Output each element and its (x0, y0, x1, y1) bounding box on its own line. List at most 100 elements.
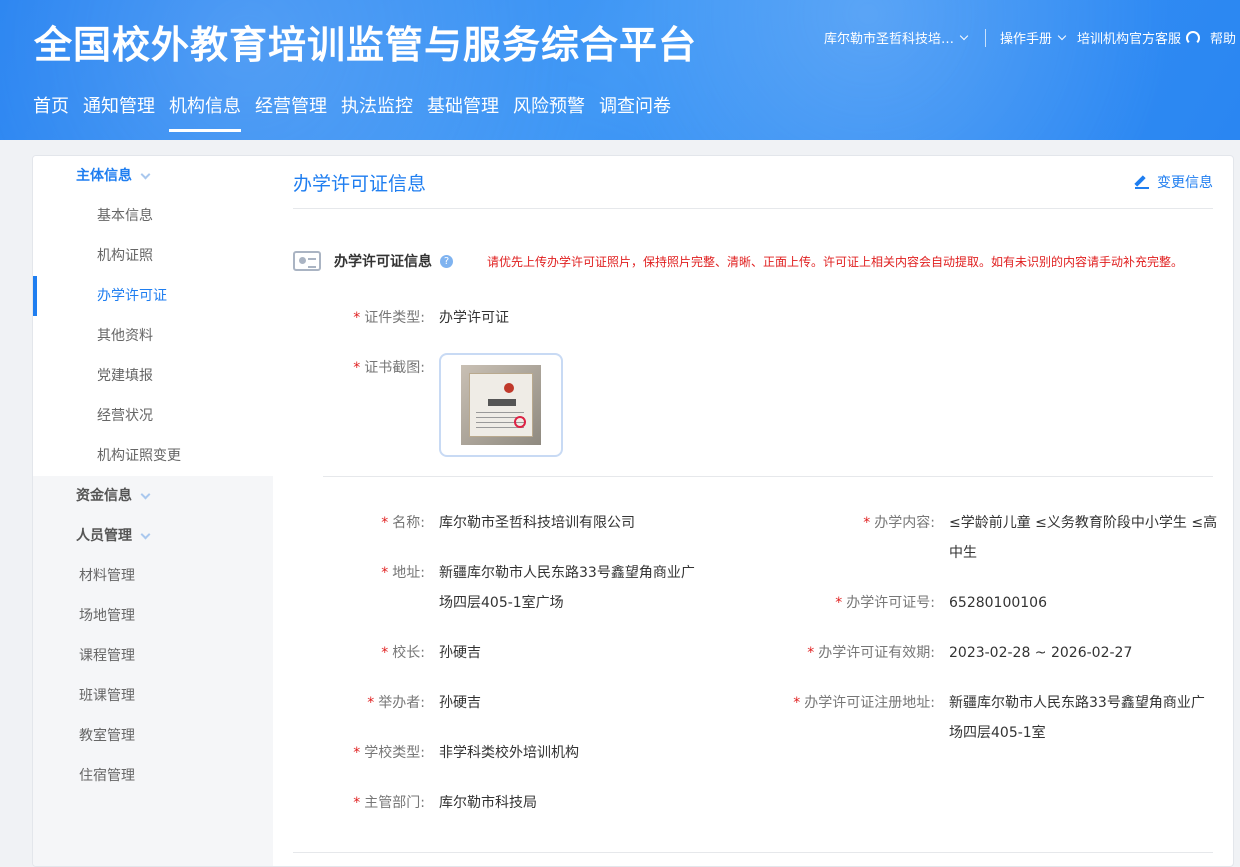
nav-notices[interactable]: 通知管理 (83, 92, 155, 132)
field-label: * 地址: (381, 565, 425, 581)
chevron-down-icon (140, 529, 151, 539)
sidebar-item-courses[interactable]: 课程管理 (33, 636, 273, 676)
sidebar-group-funds[interactable]: 资金信息 (33, 476, 273, 516)
change-info-label: 变更信息 (1157, 175, 1213, 191)
top-header: 全国校外教育培训监管与服务综合平台 库尔勒市圣哲科技培… 操作手册 培训机构官方… (0, 0, 1240, 140)
bottom-divider (293, 852, 1213, 853)
field-value: 孙硬吉 (439, 695, 481, 711)
chevron-down-icon (1057, 31, 1067, 41)
sidebar-item-business-status[interactable]: 经营状况 (33, 396, 273, 436)
sidebar-group-label: 人员管理 (76, 528, 132, 544)
reg-address-line-2: 场四层405-1室 (949, 725, 1046, 741)
sidebar-item-basic-info[interactable]: 基本信息 (33, 196, 273, 236)
field-label: * 办学许可证号: (835, 595, 935, 611)
manual-label: 操作手册 (999, 32, 1052, 47)
sidebar-group-label: 资金信息 (76, 488, 132, 504)
headset-icon (1185, 30, 1200, 45)
field-department: * 主管部门: 库尔勒市科技局 (293, 788, 537, 818)
sidebar-item-dorms[interactable]: 住宿管理 (33, 756, 273, 796)
help-label: 帮助 (1209, 32, 1236, 47)
sidebar-item-license-change[interactable]: 机构证照变更 (33, 436, 273, 476)
field-sponsor: * 举办者: 孙硬吉 (293, 688, 481, 718)
field-value: 新疆库尔勒市人民东路33号鑫望角商业广 场四层405-1室 (935, 688, 1205, 748)
edit-icon (1135, 175, 1149, 189)
field-license-validity: * 办学许可证有效期: 2023-02-28 ~ 2026-02-27 (763, 638, 1132, 668)
chevron-down-icon (140, 169, 151, 179)
sidebar-group-staff[interactable]: 人员管理 (33, 516, 273, 556)
manual-dropdown[interactable]: 操作手册 (1000, 28, 1069, 47)
emblem-icon (504, 383, 514, 393)
upload-notice: 请优先上传办学许可证照片，保持照片完整、清晰、正面上传。许可证上相关内容会自动提… (487, 254, 1184, 269)
nav-basic-management[interactable]: 基础管理 (427, 92, 499, 132)
content-line-2: 中生 (949, 545, 977, 561)
certificate-heading-mark (488, 399, 516, 406)
sidebar-group-main[interactable]: 主体信息 (33, 156, 273, 196)
change-info-button[interactable]: 变更信息 (1135, 172, 1213, 192)
field-label: * 学校类型: (353, 745, 425, 761)
chevron-down-icon (959, 31, 969, 41)
field-address: * 地址: 新疆库尔勒市人民东路33号鑫望角商业广 场四层405-1室广场 (293, 558, 695, 618)
org-selector[interactable]: 库尔勒市圣哲科技培… (824, 28, 971, 47)
field-label: * 举办者: (367, 695, 425, 711)
question-icon[interactable]: ? (440, 254, 453, 268)
help-link[interactable]: 帮助 (1210, 28, 1236, 47)
sidebar-item-org-license[interactable]: 机构证照 (33, 236, 273, 276)
certificate-thumbnail[interactable] (439, 353, 563, 457)
nav-risk-warning[interactable]: 风险预警 (513, 92, 585, 132)
app-title: 全国校外教育培训监管与服务综合平台 (34, 23, 698, 67)
field-cert-type: * 证件类型: 办学许可证 (293, 303, 509, 333)
field-cert-image: * 证书截图: (293, 353, 425, 383)
field-school-type: * 学校类型: 非学科类校外培训机构 (293, 738, 579, 768)
main-panel: 主体信息 基本信息 机构证照 办学许可证 其他资料 党建填报 经营状况 机构证照… (32, 155, 1234, 867)
content-area: 办学许可证信息 变更信息 办学许可证信息 ? 请优先上传办学许可证照片，保持照片… (293, 156, 1217, 866)
sidebar-group-main-open: 主体信息 基本信息 机构证照 办学许可证 其他资料 党建填报 经营状况 机构证照… (33, 156, 273, 476)
field-label: * 证件类型: (353, 310, 425, 326)
certificate-paper (469, 373, 533, 437)
field-value: 库尔勒市科技局 (439, 795, 537, 811)
field-value: 新疆库尔勒市人民东路33号鑫望角商业广 场四层405-1室广场 (425, 558, 695, 618)
org-selector-label: 库尔勒市圣哲科技培… (823, 32, 954, 47)
content-header: 办学许可证信息 变更信息 (293, 156, 1213, 209)
field-label: * 办学内容: (863, 515, 935, 531)
field-label: * 证书截图: (353, 360, 425, 376)
header-toolbar: 库尔勒市圣哲科技培… 操作手册 培训机构官方客服 帮助 (824, 28, 1236, 47)
sidebar-item-other-docs[interactable]: 其他资料 (33, 316, 273, 356)
nav-operations[interactable]: 经营管理 (255, 92, 327, 132)
page-title: 办学许可证信息 (293, 172, 427, 195)
sidebar: 主体信息 基本信息 机构证照 办学许可证 其他资料 党建填报 经营状况 机构证照… (33, 156, 273, 866)
certificate-image (461, 365, 541, 445)
field-school-content: * 办学内容: ≤学龄前儿童 ≤义务教育阶段中小学生 ≤高 中生 (763, 508, 1217, 568)
nav-enforcement[interactable]: 执法监控 (341, 92, 413, 132)
address-line-2: 场四层405-1室广场 (439, 595, 564, 611)
field-value: 65280100106 (949, 595, 1047, 611)
section-header: 办学许可证信息 ? 请优先上传办学许可证照片，保持照片完整、清晰、正面上传。许可… (293, 251, 1183, 271)
field-label: * 名称: (381, 515, 425, 531)
field-value: 2023-02-28 ~ 2026-02-27 (949, 645, 1133, 661)
sidebar-item-party-report[interactable]: 党建填报 (33, 356, 273, 396)
nav-survey[interactable]: 调查问卷 (599, 92, 671, 132)
field-value: ≤学龄前儿童 ≤义务教育阶段中小学生 ≤高 中生 (935, 508, 1217, 568)
field-label: * 校长: (381, 645, 425, 661)
field-principal: * 校长: 孙硬吉 (293, 638, 481, 668)
main-nav: 首页 通知管理 机构信息 经营管理 执法监控 基础管理 风险预警 调查问卷 (33, 92, 685, 132)
nav-home[interactable]: 首页 (33, 92, 69, 132)
sidebar-item-materials[interactable]: 材料管理 (33, 556, 273, 596)
field-label: * 办学许可证有效期: (807, 645, 935, 661)
sidebar-item-classes[interactable]: 班课管理 (33, 676, 273, 716)
customer-service-link[interactable]: 培训机构官方客服 (1077, 28, 1204, 47)
field-name: * 名称: 库尔勒市圣哲科技培训有限公司 (293, 508, 635, 538)
field-label: * 主管部门: (353, 795, 425, 811)
field-value: 孙硬吉 (439, 645, 481, 661)
section-divider (323, 476, 1213, 477)
sidebar-item-venues[interactable]: 场地管理 (33, 596, 273, 636)
field-license-number: * 办学许可证号: 65280100106 (763, 588, 1047, 618)
field-label: * 办学许可证注册地址: (793, 695, 935, 711)
nav-org-info[interactable]: 机构信息 (169, 92, 241, 132)
section-title: 办学许可证信息 (334, 254, 432, 270)
stamp-icon (514, 416, 526, 428)
toolbar-divider (984, 28, 986, 47)
field-value: 办学许可证 (439, 310, 509, 326)
sidebar-item-school-permit[interactable]: 办学许可证 (33, 276, 273, 316)
id-card-icon (293, 251, 321, 271)
sidebar-item-classrooms[interactable]: 教室管理 (33, 716, 273, 756)
